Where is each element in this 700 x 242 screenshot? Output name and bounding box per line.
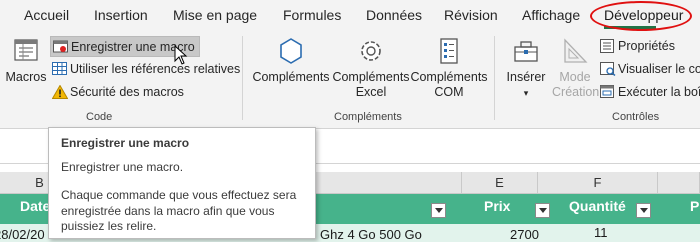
hexagon-icon (280, 38, 302, 64)
tooltip-short: Enregistrer une macro. (61, 160, 184, 174)
cell-quantity: 11 (594, 225, 608, 240)
column-e-label: E (495, 175, 504, 190)
group-separator (242, 36, 243, 120)
header-prix: Prix (484, 198, 511, 214)
ruler-triangle-icon (564, 38, 588, 63)
com-addins-label-2: COM (434, 85, 464, 99)
design-mode-button[interactable]: Mode Création (552, 36, 600, 100)
filter-dropdown-quantite[interactable] (636, 203, 651, 218)
warning-icon (52, 85, 68, 99)
column-b-label: B (35, 175, 44, 190)
design-mode-label-2: Création (552, 85, 600, 99)
complements-group-label: Compléments (334, 111, 402, 123)
complements-label: Compléments (252, 70, 330, 84)
controls-group-label: Contrôles (612, 111, 660, 123)
ribbon-tabs: Accueil Insertion Mise en page Formules … (0, 0, 700, 32)
tab-mise-en-page[interactable]: Mise en page (173, 7, 257, 23)
chevron-down-icon: ▾ (523, 88, 529, 98)
tab-revision[interactable]: Révision (444, 7, 498, 23)
run-dialog-button[interactable]: Exécuter la boît (598, 82, 700, 103)
relative-references-label: Utiliser les références relatives (70, 62, 241, 76)
view-code-icon (600, 62, 616, 76)
run-dialog-icon (600, 85, 614, 98)
com-addins-button[interactable]: Compléments COM (410, 36, 488, 100)
header-quantite: Quantité (569, 198, 626, 214)
highlight-oval (590, 1, 692, 31)
insert-label: Insérer (506, 70, 546, 84)
group-separator (494, 36, 495, 120)
tab-donnees[interactable]: Données (366, 7, 422, 23)
properties-button[interactable]: Propriétés (598, 36, 679, 57)
record-macro-icon (53, 40, 68, 53)
excel-addins-label-1: Compléments (332, 70, 410, 84)
mouse-cursor-icon (174, 45, 188, 65)
view-code-label: Visualiser le co (618, 62, 700, 76)
ribbon: Macros Enregistrer une macro Utiliser le… (0, 32, 700, 128)
relative-references-icon (52, 62, 67, 75)
complements-button[interactable]: Compléments (251, 36, 331, 85)
toolbox-icon (514, 41, 538, 62)
macro-security-button[interactable]: Sécurité des macros (50, 82, 188, 103)
macros-label: Macros (5, 70, 47, 84)
tab-formules[interactable]: Formules (283, 7, 341, 23)
macro-security-label: Sécurité des macros (70, 85, 184, 99)
column-header-g[interactable] (658, 172, 700, 194)
macros-button[interactable]: Macros (4, 36, 48, 85)
view-code-button[interactable]: Visualiser le co (598, 59, 700, 80)
column-header-f[interactable]: F (538, 172, 658, 194)
code-group-label: Code (86, 111, 113, 123)
insert-control-button[interactable]: Insérer ▾ (502, 36, 550, 101)
tab-insertion[interactable]: Insertion (94, 7, 148, 23)
tab-affichage[interactable]: Affichage (522, 7, 580, 23)
column-header-e[interactable]: E (462, 172, 538, 194)
header-date: Date (20, 198, 51, 214)
gear-icon (361, 41, 381, 61)
filter-dropdown-prix[interactable] (535, 203, 550, 218)
design-mode-label-1: Mode (559, 70, 591, 84)
cell-product: Ghz 4 Go 500 Go (320, 227, 422, 242)
column-f-label: F (593, 175, 602, 190)
properties-icon (600, 39, 614, 53)
header-p: P (690, 198, 700, 214)
tooltip-title: Enregistrer une macro (61, 136, 190, 150)
com-addins-icon (440, 38, 458, 64)
properties-label: Propriétés (618, 39, 675, 53)
run-dialog-label: Exécuter la boît (618, 85, 700, 99)
cell-date: 28/02/20 (0, 227, 45, 242)
macros-icon (14, 39, 38, 61)
excel-addins-label-2: Excel (355, 85, 387, 99)
excel-addins-button[interactable]: Compléments Excel (332, 36, 410, 100)
relative-references-button[interactable]: Utiliser les références relatives (50, 59, 244, 80)
cell-price: 2700 (510, 227, 539, 242)
record-macro-tooltip: Enregistrer une macro Enregistrer une ma… (48, 127, 316, 239)
filter-dropdown-product[interactable] (431, 203, 446, 218)
tab-accueil[interactable]: Accueil (24, 7, 69, 23)
excel-window: Accueil Insertion Mise en page Formules … (0, 0, 700, 242)
tooltip-body: Chaque commande que vous effectuez sera … (61, 188, 297, 233)
com-addins-label-1: Compléments (410, 70, 488, 84)
